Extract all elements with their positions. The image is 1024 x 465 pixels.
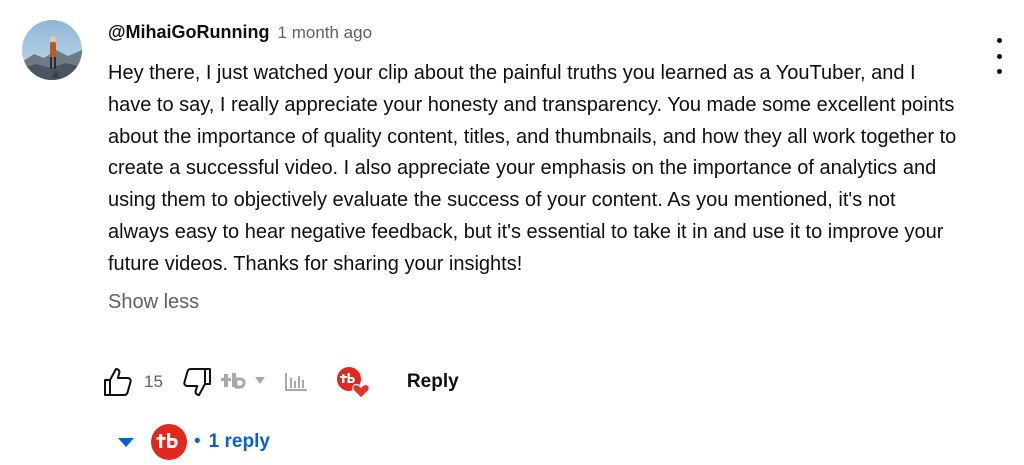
thumbs-up-icon [104,368,132,396]
comment-thread: @MihaiGoRunning 1 month ago Hey there, I… [0,0,1024,465]
comment-body: @MihaiGoRunning 1 month ago Hey there, I… [108,22,958,314]
reply-separator: • [194,431,201,452]
like-count: 15 [144,372,163,391]
tubebuddy-logo-icon [220,373,246,389]
comment-action-bar: 15 Reply [102,364,459,400]
caret-down-icon [118,438,134,447]
caret-down-icon [254,377,265,384]
comment-header: @MihaiGoRunning 1 month ago [108,22,958,48]
show-less-button[interactable]: Show less [108,291,199,314]
view-replies-button[interactable]: • 1 reply [116,422,270,462]
dislike-button[interactable] [181,366,213,398]
author-name[interactable]: @MihaiGoRunning [108,22,270,43]
comment-text: Hey there, I just watched your clip abou… [108,62,957,275]
tubebuddy-avatar-icon [151,424,187,460]
comment-timestamp[interactable]: 1 month ago [278,23,373,43]
tubebuddy-menu-button[interactable] [220,370,277,394]
analytics-button[interactable] [283,371,309,393]
creator-heart-icon [336,367,370,399]
thumbs-down-icon [183,368,211,396]
analytics-icon [284,373,307,391]
more-vert-icon [996,38,1002,43]
replies-count-label[interactable]: 1 reply [209,431,270,453]
avatar-photo [22,20,82,80]
like-button[interactable] [102,366,134,398]
avatar[interactable] [22,20,82,80]
creator-heart-button[interactable] [335,365,371,399]
more-actions-button[interactable] [984,38,1014,74]
reply-button[interactable]: Reply [407,371,459,393]
